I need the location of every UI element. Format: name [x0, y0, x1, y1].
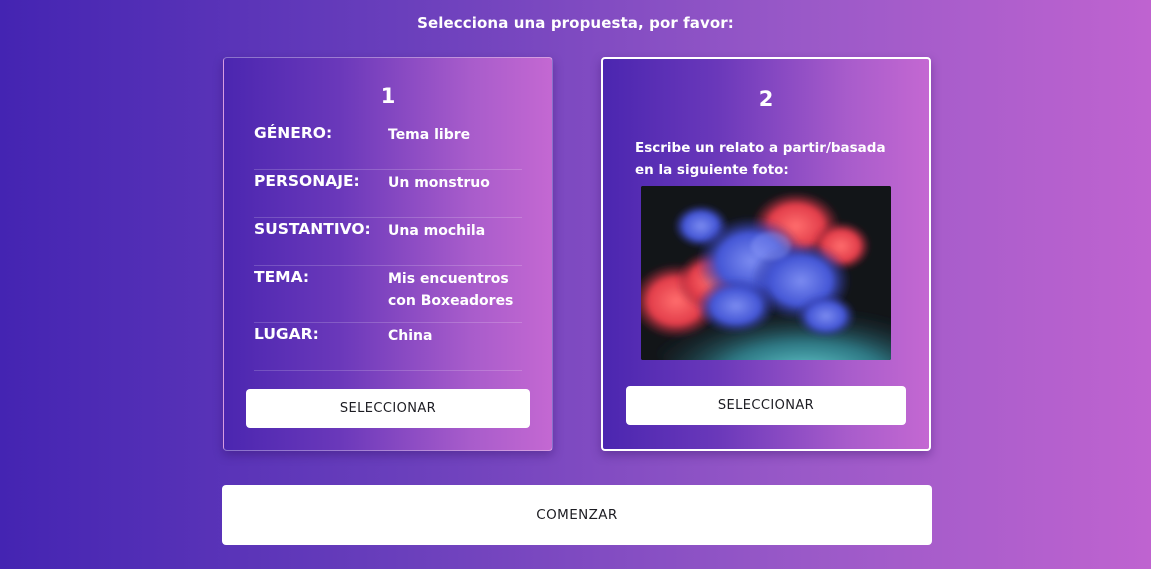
detail-row-genero: GÉNERO: Tema libre: [254, 122, 522, 170]
smoke-photo: [641, 186, 891, 360]
proposal-number: 2: [758, 87, 774, 111]
detail-label: PERSONAJE:: [254, 172, 360, 190]
proposal-card-2[interactable]: 2 Escribe un relato a partir/basada en l…: [601, 57, 931, 451]
detail-row-personaje: PERSONAJE: Un monstruo: [254, 170, 522, 218]
detail-row-sustantivo: SUSTANTIVO: Una mochila: [254, 218, 522, 266]
select-proposal-2-button[interactable]: SELECCIONAR: [626, 386, 906, 425]
page-prompt: Selecciona una propuesta, por favor:: [417, 14, 734, 32]
detail-label: LUGAR:: [254, 325, 319, 343]
detail-value: Una mochila: [388, 223, 486, 239]
proposal-details: GÉNERO: Tema libre PERSONAJE: Un monstru…: [254, 122, 522, 371]
detail-row-tema: TEMA: Mis encuentros con Boxeadores: [254, 266, 522, 323]
detail-label: GÉNERO:: [254, 124, 333, 142]
start-button[interactable]: COMENZAR: [222, 485, 932, 545]
proposal-description: Escribe un relato a partir/basada en la …: [635, 140, 886, 178]
proposal-card-1[interactable]: 1 GÉNERO: Tema libre PERSONAJE: Un monst…: [223, 57, 553, 451]
detail-label: SUSTANTIVO:: [254, 220, 371, 238]
colorful-smoke-image: [641, 186, 891, 360]
proposal-number: 1: [380, 84, 396, 108]
detail-value: China: [388, 328, 433, 344]
detail-label: TEMA:: [254, 268, 310, 286]
detail-row-lugar: LUGAR: China: [254, 323, 522, 371]
detail-value: Un monstruo: [388, 175, 490, 191]
detail-value: Tema libre: [388, 127, 471, 143]
select-proposal-1-button[interactable]: SELECCIONAR: [246, 389, 530, 428]
detail-value: Mis encuentros con Boxeadores: [388, 271, 514, 309]
